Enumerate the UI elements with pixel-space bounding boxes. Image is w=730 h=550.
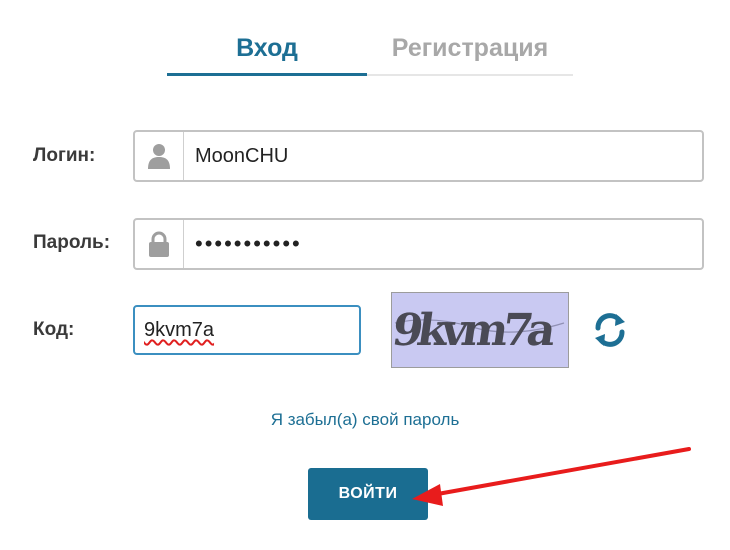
code-label: Код: <box>33 319 75 340</box>
captcha-code-input[interactable]: 9kvm7a <box>133 305 361 355</box>
captcha-code-value: 9kvm7a <box>144 319 215 341</box>
login-submit-button[interactable]: ВОЙТИ <box>308 468 428 520</box>
tab-register[interactable]: Регистрация <box>367 22 573 74</box>
password-label: Пароль: <box>33 232 111 253</box>
login-field[interactable]: MoonCHU <box>133 130 704 182</box>
password-value: ••••••••••• <box>195 231 302 256</box>
captcha-image: 9kvm7a <box>389 292 569 368</box>
user-icon <box>148 144 170 169</box>
password-icon-cell <box>135 220 184 268</box>
captcha-text: 9kvm7a <box>392 304 559 356</box>
login-icon-cell <box>135 132 184 180</box>
tab-login[interactable]: Вход <box>167 22 367 76</box>
active-tab-underline <box>167 73 367 76</box>
tab-register-label: Регистрация <box>391 34 549 62</box>
lock-icon <box>149 231 169 257</box>
password-field[interactable]: ••••••••••• <box>133 218 704 270</box>
login-value: MoonCHU <box>195 144 289 167</box>
refresh-captcha-button[interactable] <box>590 310 630 350</box>
login-label: Логин: <box>33 145 96 166</box>
forgot-password-link[interactable]: Я забыл(а) свой пароль <box>0 410 730 430</box>
tab-login-label: Вход <box>236 34 298 62</box>
auth-tabs: Вход Регистрация <box>167 22 573 76</box>
refresh-icon <box>595 313 625 347</box>
